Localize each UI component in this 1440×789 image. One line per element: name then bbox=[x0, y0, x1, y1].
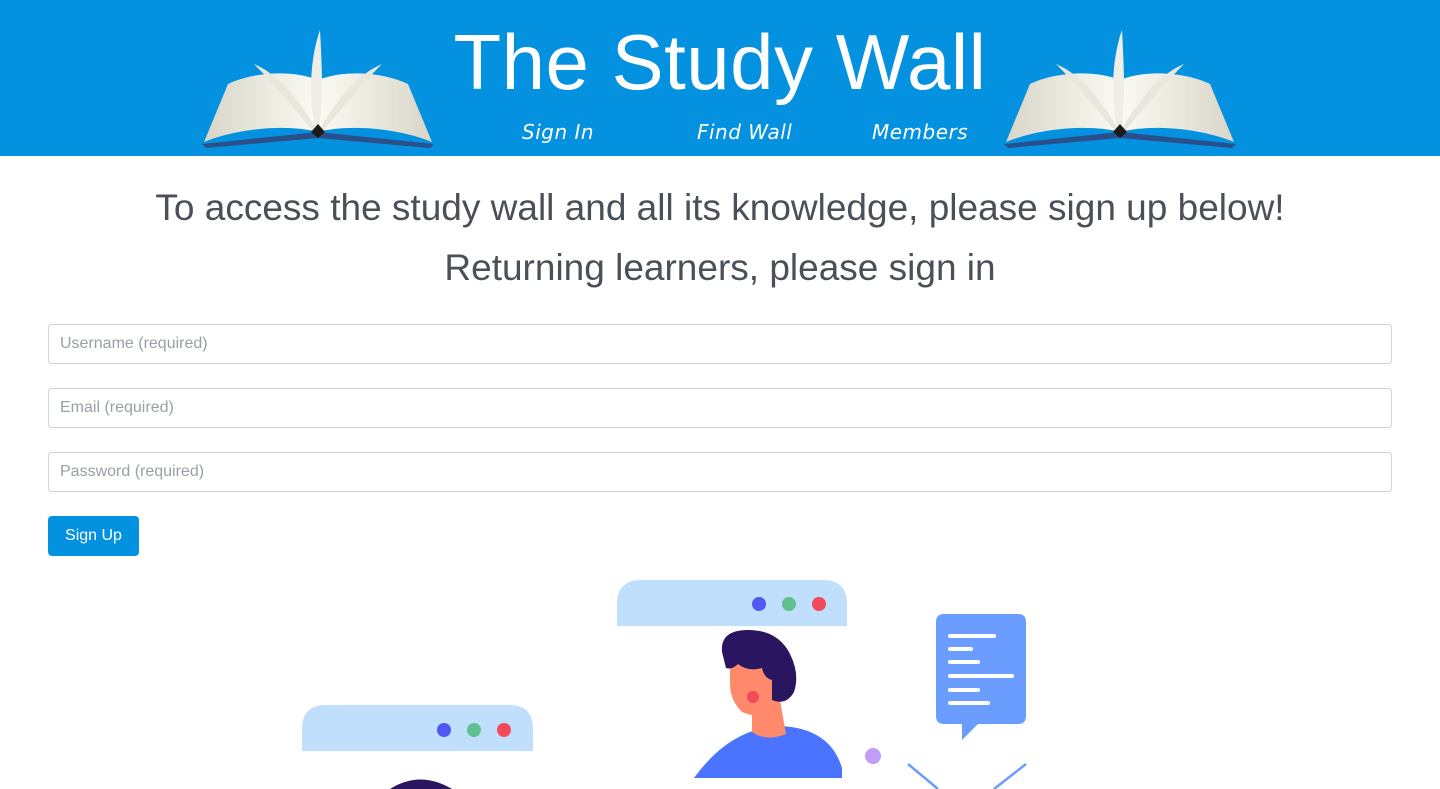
study-chat-illustration bbox=[302, 580, 1027, 789]
dot-green bbox=[782, 597, 796, 611]
site-title: The Study Wall bbox=[453, 18, 987, 106]
password-input[interactable] bbox=[48, 452, 1392, 492]
dot-blue bbox=[752, 597, 766, 611]
dot-green bbox=[467, 723, 481, 737]
dot-blue bbox=[437, 723, 451, 737]
site-header: The Study Wall Sign In Find Wall Members bbox=[0, 0, 1440, 156]
dot-red bbox=[812, 597, 826, 611]
nav-members-link[interactable]: Members bbox=[872, 120, 968, 144]
accent-dot bbox=[865, 748, 881, 764]
connector-lines bbox=[907, 763, 1027, 789]
page-subheadline: Returning learners, please sign in bbox=[444, 247, 996, 288]
sign-up-button[interactable]: Sign Up bbox=[48, 516, 139, 556]
page-headline: To access the study wall and all its kno… bbox=[155, 187, 1285, 228]
dot-red bbox=[497, 723, 511, 737]
email-input[interactable] bbox=[48, 388, 1392, 428]
nav-sign-in-link[interactable]: Sign In bbox=[522, 120, 594, 144]
username-input[interactable] bbox=[48, 324, 1392, 364]
person-center-cheek bbox=[747, 691, 759, 703]
person-left-hair bbox=[390, 779, 452, 789]
nav-find-wall-link[interactable]: Find Wall bbox=[697, 120, 792, 144]
